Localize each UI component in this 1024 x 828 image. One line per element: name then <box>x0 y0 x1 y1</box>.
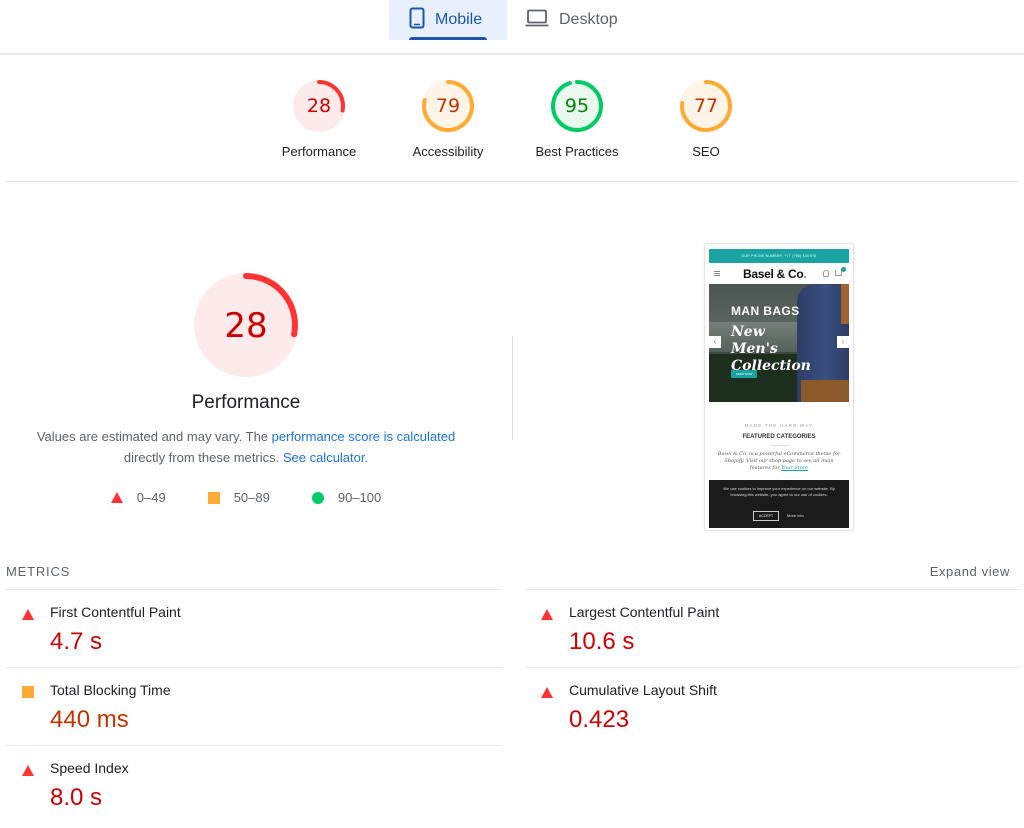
average-rating-shape <box>22 686 34 698</box>
vertical-divider <box>512 336 513 440</box>
metric-name: Total Blocking Time <box>50 682 171 698</box>
average-square-icon <box>207 491 220 504</box>
gauge-accessibility-score: 79 <box>435 95 461 117</box>
fail-rating-shape <box>541 687 553 698</box>
fail-rating-shape <box>22 765 34 776</box>
thumb-tagline: MADE THE HARD WAY <box>744 423 814 428</box>
cookie-more-info: More info <box>787 513 804 518</box>
metric-name: Largest Contentful Paint <box>569 604 720 620</box>
page-screenshot-thumbnail[interactable]: OUR PHONE NUMBER: +77 (756) 334 876 Base… <box>704 243 854 531</box>
fail-triangle-icon <box>110 492 123 503</box>
metric-value: 0.423 <box>569 706 630 733</box>
chevron-right-icon: › <box>837 336 849 348</box>
gauges-divider <box>6 181 1018 182</box>
metric-value: 440 ms <box>50 706 129 733</box>
performance-summary: 28 Performance Values are estimated and … <box>0 270 492 468</box>
see-calculator-link[interactable]: See calculator. <box>283 450 368 465</box>
hero-title: MAN BAGS <box>731 304 800 318</box>
gauge-seo-score: 77 <box>693 95 719 117</box>
score-legend: 0–49 50–89 90–100 <box>0 490 492 505</box>
tab-desktop-label: Desktop <box>559 11 618 28</box>
metrics-right-column: Largest Contentful Paint 10.6 s Cumulati… <box>525 589 1021 745</box>
fail-rating-shape <box>22 609 34 620</box>
metric-value: 8.0 s <box>50 784 103 811</box>
pass-circle-icon <box>311 491 324 504</box>
thumb-hero: MAN BAGS New Men's Collection SHOP NOW ‹… <box>709 284 849 402</box>
metric-name: First Contentful Paint <box>50 604 181 620</box>
hero-leather <box>801 380 849 402</box>
metric-value: 4.7 s <box>50 628 103 655</box>
gauge-performance-score: 28 <box>306 95 332 117</box>
hero-strap <box>841 284 849 324</box>
metric-first-contentful-paint: First Contentful Paint 4.7 s <box>6 589 502 667</box>
metric-value: 10.6 s <box>569 628 635 655</box>
fail-rating-shape <box>541 609 553 620</box>
thumb-brand: Basel & Co. <box>743 267 807 281</box>
active-tab-indicator <box>409 37 487 40</box>
average-square-icon <box>22 685 34 703</box>
metric-total-blocking-time: Total Blocking Time 440 ms <box>6 667 502 745</box>
tab-mobile-label: Mobile <box>435 11 483 28</box>
gauge-seo-label: SEO <box>692 144 720 159</box>
metrics-left-column: First Contentful Paint 4.7 s Total Block… <box>6 589 502 823</box>
desc-text-1: Values are estimated and may vary. The <box>36 429 272 444</box>
gauge-best-practices-score: 95 <box>564 95 590 117</box>
legend-pass-range: 90–100 <box>337 490 382 505</box>
smartphone-icon <box>409 7 425 34</box>
legend-pass: 90–100 <box>311 490 382 505</box>
thumb-featured: FEATURED CATEGORIES <box>742 434 816 440</box>
desc-text-2: directly from these metrics. <box>123 450 283 465</box>
score-calculated-link[interactable]: performance score is calculated <box>272 429 456 444</box>
cookie-accept: ACCEPT <box>753 511 779 521</box>
fail-triangle-icon <box>22 607 34 625</box>
gauge-seo[interactable]: 77 SEO <box>646 78 766 159</box>
legend-average-range: 50–89 <box>233 490 270 505</box>
thumb-topbar: OUR PHONE NUMBER: +77 (756) 334 876 <box>709 249 849 263</box>
legend-average: 50–89 <box>207 490 270 505</box>
metric-cumulative-layout-shift: Cumulative Layout Shift 0.423 <box>525 667 1021 745</box>
tab-desktop[interactable]: Desktop <box>522 0 632 40</box>
metric-speed-index: Speed Index 8.0 s <box>6 745 502 823</box>
legend-fail: 0–49 <box>110 490 166 505</box>
thumb-header: Basel & Co. <box>709 265 849 283</box>
metric-name: Speed Index <box>50 760 129 776</box>
tab-mobile[interactable]: Mobile <box>389 0 507 40</box>
laptop-icon <box>525 9 549 32</box>
user-icon <box>823 270 829 277</box>
thumb-cookie-banner: We use cookies to improve your experienc… <box>709 480 849 528</box>
performance-title: Performance <box>191 392 301 413</box>
legend-fail-range: 0–49 <box>136 490 166 505</box>
device-tabs: Mobile Desktop <box>0 0 1024 55</box>
gauge-accessibility-label: Accessibility <box>412 144 484 159</box>
metrics-heading: METRICS <box>6 564 71 579</box>
gauge-best-practices-label: Best Practices <box>535 144 619 159</box>
cookie-text: We use cookies to improve your experienc… <box>723 486 835 497</box>
hero-shop-button: SHOP NOW <box>731 370 757 378</box>
fail-triangle-icon <box>541 607 553 625</box>
gauge-performance-label: Performance <box>281 144 357 159</box>
menu-icon <box>714 271 720 276</box>
fail-triangle-icon <box>541 685 553 703</box>
metric-largest-contentful-paint: Largest Contentful Paint 10.6 s <box>525 589 1021 667</box>
gauge-accessibility[interactable]: 79 Accessibility <box>388 78 508 159</box>
category-gauges: 28 Performance 79 Accessibility 95 Best … <box>0 78 1024 168</box>
chevron-left-icon: ‹ <box>709 336 721 348</box>
expand-view-toggle[interactable]: Expand view <box>930 564 1010 579</box>
hero-script: New Men's Collection <box>731 324 811 374</box>
fail-triangle-icon <box>22 763 34 781</box>
metric-name: Cumulative Layout Shift <box>569 682 717 698</box>
tabs-divider <box>0 53 1024 55</box>
thumb-divider <box>770 445 790 446</box>
gauge-performance[interactable]: 28 Performance <box>259 78 379 159</box>
performance-description: Values are estimated and may vary. The p… <box>0 426 492 468</box>
gauge-best-practices[interactable]: 95 Best Practices <box>517 78 637 159</box>
cart-badge <box>841 267 846 272</box>
thumb-about: Basel & Co. is a powerful eCommerce them… <box>717 451 841 471</box>
performance-score: 28 <box>224 306 268 346</box>
